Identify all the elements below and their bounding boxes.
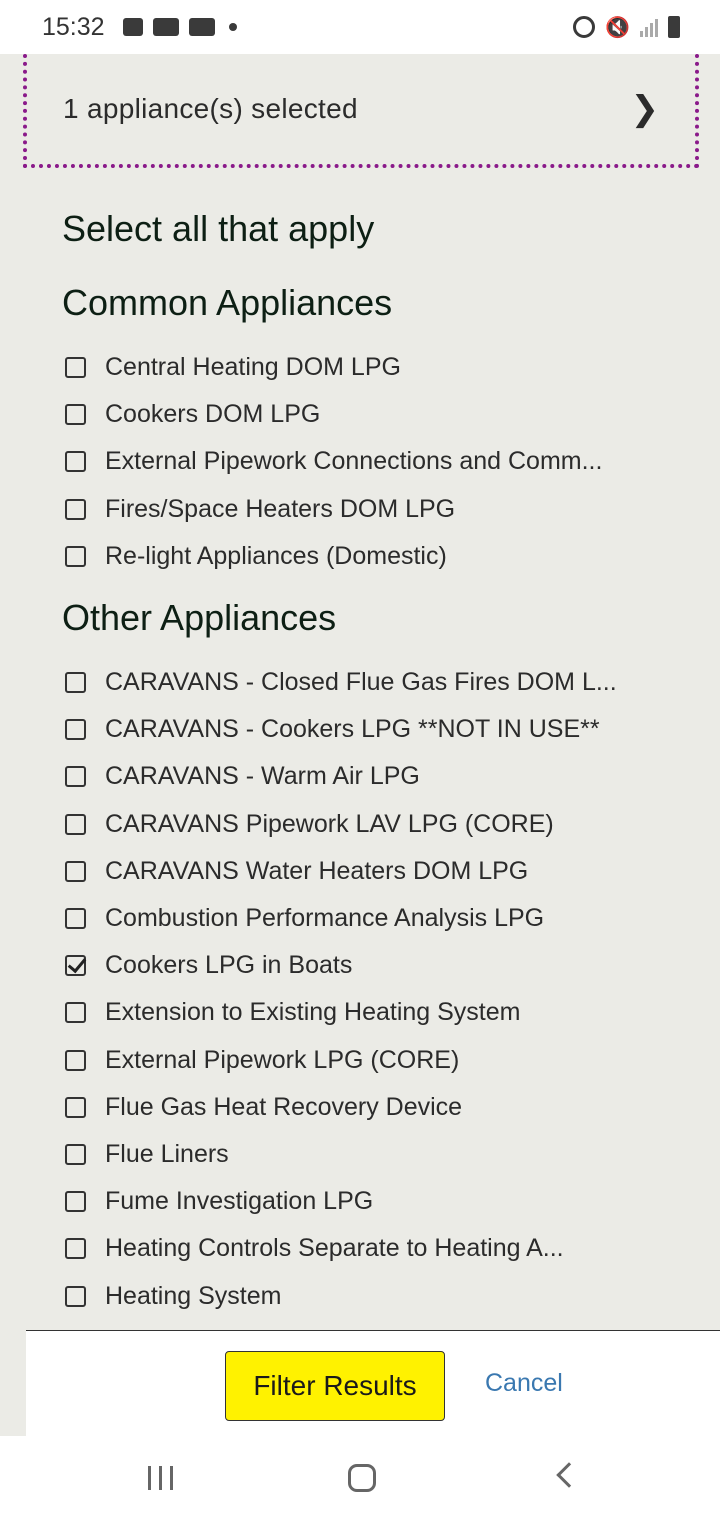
recents-icon[interactable]: [148, 1466, 173, 1490]
checkbox-item[interactable]: CARAVANS - Warm Air LPG: [62, 753, 617, 800]
status-time: 15:32: [42, 12, 105, 41]
checkbox-item[interactable]: CARAVANS Pipework LAV LPG (CORE): [62, 801, 617, 848]
gallery-icon: [122, 18, 143, 36]
checkbox-icon[interactable]: [65, 1285, 86, 1307]
checkbox-item[interactable]: Central Heating DOM LPG: [62, 344, 602, 391]
checkbox-checked-icon[interactable]: [65, 955, 86, 977]
other-appliances-title: Other Appliances: [62, 597, 337, 638]
checkbox-icon[interactable]: [65, 1191, 86, 1213]
checkbox-label: CARAVANS - Warm Air LPG: [105, 762, 420, 791]
home-icon[interactable]: [348, 1464, 376, 1492]
checkbox-item[interactable]: Fume Investigation LPG: [62, 1178, 617, 1225]
checkbox-item[interactable]: Flue Liners: [62, 1131, 617, 1178]
common-appliances-list: Central Heating DOM LPG Cookers DOM LPG Ex…: [62, 344, 602, 580]
checkbox-item[interactable]: Heating Controls Separate to Heating A..…: [62, 1225, 617, 1272]
checkbox-label: Heating System: [105, 1281, 282, 1310]
checkbox-icon[interactable]: [65, 545, 86, 567]
checkbox-label: CARAVANS - Cookers LPG **NOT IN USE**: [105, 715, 600, 744]
checkbox-label: Fume Investigation LPG: [105, 1187, 374, 1216]
checkbox-icon[interactable]: [65, 451, 86, 473]
checkbox-icon[interactable]: [65, 404, 86, 426]
checkbox-label: Flue Liners: [105, 1139, 229, 1168]
checkbox-item[interactable]: Fires/Space Heaters DOM LPG: [62, 486, 602, 533]
checkbox-item[interactable]: Extension to Existing Heating System: [62, 989, 617, 1036]
selected-count-text: 1 appliance(s) selected: [63, 93, 358, 124]
checkbox-icon[interactable]: [65, 1143, 86, 1165]
status-right: 🔇: [573, 15, 680, 40]
checkbox-label: Combustion Performance Analysis LPG: [105, 904, 545, 933]
notification-dot-icon: [228, 23, 237, 31]
checkbox-icon[interactable]: [65, 908, 86, 930]
checkbox-label: Re-light Appliances (Domestic): [105, 541, 447, 570]
checkbox-icon[interactable]: [65, 357, 86, 379]
alarm-icon: [573, 16, 596, 38]
checkbox-label: External Pipework Connections and Comm..…: [105, 447, 603, 476]
checkbox-icon[interactable]: [65, 1096, 86, 1118]
checkbox-item[interactable]: CARAVANS Water Heaters DOM LPG: [62, 848, 617, 895]
checkbox-label: CARAVANS Water Heaters DOM LPG: [105, 856, 529, 885]
mute-icon: 🔇: [605, 16, 630, 39]
chevron-right-icon: ❯: [630, 90, 660, 128]
cancel-link[interactable]: Cancel: [485, 1369, 563, 1398]
checkbox-label: Heating Controls Separate to Heating A..…: [105, 1234, 564, 1263]
system-nav-bar: [0, 1436, 720, 1520]
checkbox-item[interactable]: Cookers DOM LPG: [62, 391, 602, 438]
checkbox-icon[interactable]: [65, 672, 86, 694]
checkbox-item[interactable]: CARAVANS - Closed Flue Gas Fires DOM L..…: [62, 659, 617, 706]
checkbox-label: Flue Gas Heat Recovery Device: [105, 1092, 463, 1121]
checkbox-item[interactable]: Re-light Appliances (Domestic): [62, 533, 602, 580]
checkbox-label: External Pipework LPG (CORE): [105, 1045, 460, 1074]
checkbox-label: Central Heating DOM LPG: [105, 353, 401, 382]
checkbox-label: Cookers LPG in Boats: [105, 951, 353, 980]
checkbox-icon[interactable]: [65, 766, 86, 788]
checkbox-label: Fires/Space Heaters DOM LPG: [105, 494, 456, 523]
checkbox-item[interactable]: Combustion Performance Analysis LPG: [62, 895, 617, 942]
common-appliances-title: Common Appliances: [62, 282, 393, 323]
checkbox-icon[interactable]: [65, 860, 86, 882]
checkbox-item[interactable]: External Pipework LPG (CORE): [62, 1037, 617, 1084]
checkbox-label: CARAVANS - Closed Flue Gas Fires DOM L..…: [105, 668, 617, 697]
checkbox-item[interactable]: External Pipework Connections and Comm..…: [62, 438, 602, 485]
checkbox-item[interactable]: Heating System: [62, 1272, 617, 1319]
checkbox-item[interactable]: Flue Gas Heat Recovery Device: [62, 1084, 617, 1131]
checkbox-icon[interactable]: [65, 719, 86, 741]
checkbox-icon[interactable]: [65, 498, 86, 520]
wifi-signal-icon: [640, 17, 658, 37]
filter-results-button[interactable]: Filter Results: [225, 1351, 445, 1421]
checkbox-item[interactable]: CARAVANS - Cookers LPG **NOT IN USE**: [62, 706, 617, 753]
vpn-icon: [152, 18, 179, 36]
checkbox-label: CARAVANS Pipework LAV LPG (CORE): [105, 809, 554, 838]
back-icon[interactable]: [556, 1462, 582, 1488]
checkbox-item[interactable]: Cookers LPG in Boats: [62, 942, 617, 989]
status-bar: 15:32 🔇: [0, 0, 720, 54]
checkbox-label: Cookers DOM LPG: [105, 400, 321, 429]
checkbox-icon[interactable]: [65, 1238, 86, 1260]
checkbox-icon[interactable]: [65, 1049, 86, 1071]
checkbox-label: Extension to Existing Heating System: [105, 998, 521, 1027]
prompt-heading: Select all that apply: [62, 208, 375, 249]
checkbox-icon[interactable]: [65, 813, 86, 835]
status-left: 15:32: [42, 13, 237, 42]
other-appliances-list: CARAVANS - Closed Flue Gas Fires DOM L..…: [62, 659, 617, 1320]
selected-summary[interactable]: 1 appliance(s) selected ❯: [23, 54, 699, 168]
youtube-icon: [188, 18, 215, 36]
battery-icon: [668, 16, 680, 38]
footer-bar: Filter Results Cancel: [26, 1330, 720, 1436]
checkbox-icon[interactable]: [65, 1002, 86, 1024]
